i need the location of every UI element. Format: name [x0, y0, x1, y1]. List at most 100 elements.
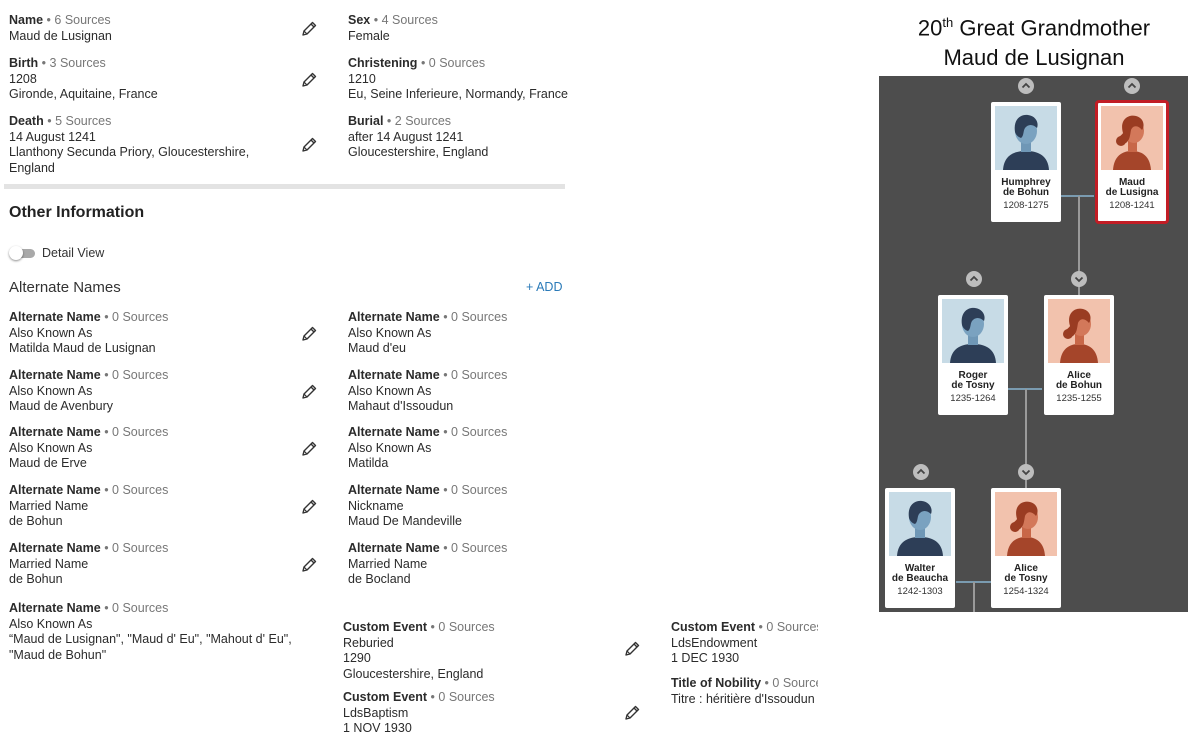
person-card-selected[interactable]: Maud de Lusigna 1208-1241 [1095, 100, 1169, 224]
edit-name-pencil-icon[interactable] [300, 20, 318, 38]
alternate-name-item: Alternate Name • 0 Sources Also Known As… [9, 368, 169, 413]
toggle-knob [9, 246, 23, 260]
field-label: Alternate Name [9, 483, 101, 497]
source-count[interactable]: 0 Sources [451, 541, 507, 555]
expand-parents-up-chevron-icon[interactable] [1124, 78, 1140, 94]
field-value: LdsBaptism [343, 705, 409, 720]
female-avatar-icon [1048, 299, 1110, 363]
name-value: "Maud de Bohun" [9, 647, 107, 662]
name-type: Also Known As [348, 325, 432, 340]
source-count[interactable]: 0 Sources [766, 620, 818, 634]
field-value: 1208 [9, 71, 37, 86]
field-label: Alternate Name [348, 541, 440, 555]
descent-line [1025, 389, 1027, 504]
source-count[interactable]: 0 Sources [451, 368, 507, 382]
edit-death-pencil-icon[interactable] [300, 136, 318, 154]
custom-event-item: Custom Event • 0 Sources LdsEndowment 1 … [671, 620, 818, 667]
name-type: Married Name [348, 556, 428, 571]
source-count[interactable]: 0 Sources [112, 310, 168, 324]
source-count[interactable]: 0 Sources [451, 483, 507, 497]
field-label: Death [9, 114, 44, 128]
name-value: de Bohun [9, 514, 63, 528]
ancestor-heading: 20th Great Grandmother Maud de Lusignan [879, 8, 1189, 73]
edit-alternate-name-pencil-icon[interactable] [300, 383, 318, 401]
source-count[interactable]: 0 Sources [112, 425, 168, 439]
person-name: Alice de Tosny [1004, 564, 1048, 584]
field-label: Alternate Name [9, 541, 101, 555]
name-type: Also Known As [9, 616, 93, 631]
edit-alternate-name-pencil-icon[interactable] [300, 440, 318, 458]
source-count[interactable]: 3 Sources [50, 56, 106, 70]
name-type: Nickname [348, 498, 404, 513]
detail-view-toggle[interactable] [9, 246, 36, 260]
name-type: Married Name [9, 498, 89, 513]
field-value: England [9, 160, 55, 175]
field-label: Alternate Name [9, 601, 101, 615]
source-count[interactable]: 6 Sources [54, 13, 110, 27]
edit-alternate-name-pencil-icon[interactable] [300, 325, 318, 343]
person-dates: 1254-1324 [1003, 586, 1049, 597]
field-value: Eu, Seine Inferieure, Normandy, France [348, 87, 569, 101]
field-value: Gloucestershire, England [343, 666, 484, 681]
field-label: Alternate Name [9, 368, 101, 382]
alternate-name-item: Alternate Name • 0 Sources Nickname Maud… [348, 483, 508, 528]
person-card[interactable]: Alice de Tosny 1254-1324 [991, 488, 1061, 608]
custom-event-item: Custom Event • 0 Sources LdsBaptism 1 NO… [343, 690, 495, 735]
field-value: LdsEndowment [671, 635, 758, 650]
field-label: Alternate Name [348, 425, 440, 439]
name-value: Mahaut d'Issoudun [348, 399, 454, 413]
field-value: 1 DEC 1930 [671, 651, 740, 665]
edit-custom-event-pencil-icon[interactable] [623, 704, 641, 722]
field-value: Maud de Lusignan [9, 28, 112, 43]
name-type: Married Name [9, 556, 89, 571]
source-count[interactable]: 2 Sources [395, 114, 451, 128]
add-alternate-name-button[interactable]: + ADD [526, 280, 562, 294]
source-count[interactable]: 0 Sources [112, 368, 168, 382]
edit-alternate-name-pencil-icon[interactable] [300, 498, 318, 516]
source-count[interactable]: 0 Sources [438, 690, 494, 704]
name-value: Matilda Maud de Lusignan [9, 341, 156, 355]
source-count[interactable]: 0 Sources [772, 676, 818, 690]
collapse-parents-down-chevron-icon[interactable] [1071, 271, 1087, 287]
source-count[interactable]: 0 Sources [112, 483, 168, 497]
person-card[interactable]: Alice de Bohun 1235-1255 [1044, 295, 1114, 415]
field-label: Custom Event [671, 620, 756, 634]
collapse-parents-down-chevron-icon[interactable] [1018, 464, 1034, 480]
source-count[interactable]: 0 Sources [438, 620, 494, 634]
edit-custom-event-pencil-icon[interactable] [623, 640, 641, 658]
edit-birth-pencil-icon[interactable] [300, 71, 318, 89]
female-avatar-icon [995, 492, 1057, 556]
expand-parents-up-chevron-icon[interactable] [1018, 78, 1034, 94]
person-dates: 1208-1241 [1109, 200, 1155, 211]
expand-parents-up-chevron-icon[interactable] [913, 464, 929, 480]
source-count[interactable]: 5 Sources [55, 114, 111, 128]
field-label: Alternate Name [348, 368, 440, 382]
source-count[interactable]: 0 Sources [429, 56, 485, 70]
alternate-name-item: Alternate Name • 0 Sources Married Name … [9, 541, 169, 586]
source-count[interactable]: 0 Sources [112, 541, 168, 555]
field-value: 1210 [348, 71, 376, 86]
detail-view-label: Detail View [42, 246, 105, 260]
name-value: de Bohun [9, 572, 63, 586]
person-card[interactable]: Walter de Beaucha 1242-1303 [885, 488, 955, 608]
source-count[interactable]: 4 Sources [382, 13, 438, 27]
person-name: Roger de Tosny [951, 371, 995, 391]
source-count[interactable]: 0 Sources [451, 425, 507, 439]
source-count[interactable]: 0 Sources [451, 310, 507, 324]
person-card[interactable]: Roger de Tosny 1235-1264 [938, 295, 1008, 415]
person-card[interactable]: Humphrey de Bohun 1208-1275 [991, 102, 1061, 222]
field-value: 1 NOV 1930 [343, 721, 412, 735]
alternate-name-item: Alternate Name • 0 Sources Also Known As… [9, 425, 169, 470]
vital-death: Death • 5 Sources 14 August 1241 Llantho… [9, 114, 250, 175]
person-dates: 1208-1275 [1003, 200, 1049, 211]
field-value: Gloucestershire, England [348, 145, 489, 159]
name-value: Maud De Mandeville [348, 514, 462, 528]
source-count[interactable]: 0 Sources [112, 601, 168, 615]
title-of-nobility-item: Title of Nobility • 0 Sources Titre : hé… [671, 676, 818, 707]
edit-alternate-name-pencil-icon[interactable] [300, 556, 318, 574]
name-value: Maud de Avenbury [9, 399, 114, 413]
other-information-title: Other Information [9, 204, 145, 221]
expand-parents-up-chevron-icon[interactable] [966, 271, 982, 287]
family-tree-panel[interactable]: Humphrey de Bohun 1208-1275 Maud de Lusign… [879, 76, 1188, 612]
name-type: Also Known As [9, 325, 93, 340]
